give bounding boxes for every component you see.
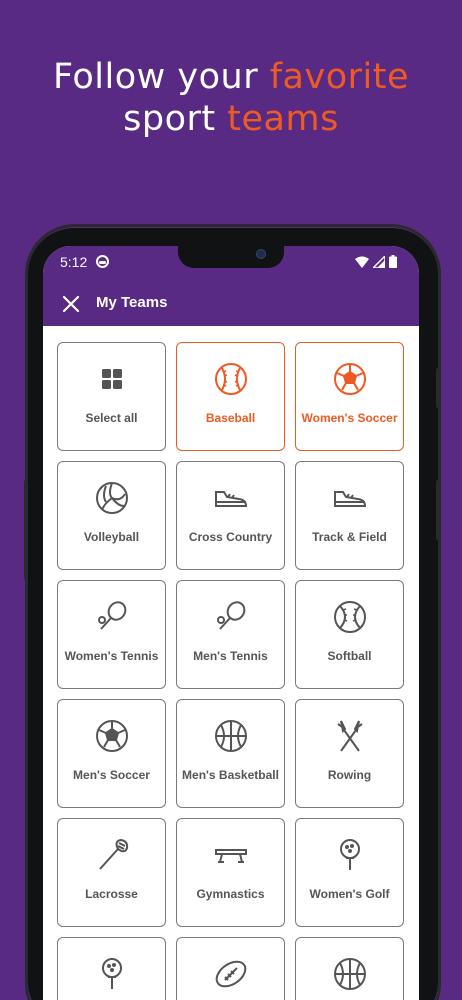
grid-icon bbox=[94, 361, 130, 397]
app-bar-title: My Teams bbox=[96, 294, 168, 311]
close-button[interactable] bbox=[57, 290, 85, 318]
battery-icon bbox=[389, 255, 397, 268]
team-card-rowing[interactable]: Rowing bbox=[295, 699, 404, 808]
team-card-men-s-basketball[interactable]: Men's Basketball bbox=[176, 699, 285, 808]
football-icon bbox=[213, 956, 249, 992]
balance-beam-icon bbox=[213, 837, 249, 873]
tennis-racket-icon bbox=[94, 599, 130, 635]
status-time: 5:12 bbox=[60, 254, 88, 270]
team-card-label: Women's Golf bbox=[309, 887, 390, 901]
team-card-men-s-soccer[interactable]: Men's Soccer bbox=[57, 699, 166, 808]
team-card-track-field[interactable]: Track & Field bbox=[295, 461, 404, 570]
team-card-softball[interactable]: Softball bbox=[295, 580, 404, 689]
soccer-ball-icon bbox=[94, 718, 130, 754]
team-card-label: Lacrosse bbox=[85, 887, 138, 901]
team-card-more[interactable] bbox=[295, 937, 404, 1000]
team-card-men-s-tennis[interactable]: Men's Tennis bbox=[176, 580, 285, 689]
close-icon bbox=[62, 295, 80, 313]
basketball-icon bbox=[213, 718, 249, 754]
status-icons bbox=[355, 255, 397, 268]
team-card-label: Gymnastics bbox=[196, 887, 265, 901]
team-card-label: Cross Country bbox=[188, 530, 273, 544]
team-card-women-s-tennis[interactable]: Women's Tennis bbox=[57, 580, 166, 689]
team-card-label: Track & Field bbox=[312, 530, 387, 544]
team-card-label: Baseball bbox=[205, 411, 256, 425]
baseball-icon bbox=[213, 361, 249, 397]
golf-ball-icon bbox=[94, 956, 130, 992]
team-card-label: Men's Tennis bbox=[193, 649, 268, 663]
status-bar: 5:12 bbox=[43, 246, 419, 282]
team-grid: Select all Baseball Women's Soccer Volleyba… bbox=[57, 342, 405, 1000]
app-screen: 5:12 My Teams Select all Baseball Women's … bbox=[43, 246, 419, 1000]
team-card-label: Volleyball bbox=[83, 530, 140, 544]
team-card-label: Women's Tennis bbox=[64, 649, 159, 663]
headline-line1-plain: Follow your bbox=[52, 57, 270, 97]
team-card-label: Softball bbox=[327, 649, 372, 663]
promo-headline: Follow your favorite sport teams bbox=[0, 56, 462, 140]
team-card-label: Men's Soccer bbox=[73, 768, 150, 782]
wifi-icon bbox=[355, 256, 369, 268]
team-card-label: Men's Basketball bbox=[182, 768, 279, 782]
basketball-icon bbox=[332, 956, 368, 992]
team-card-label: Rowing bbox=[327, 768, 372, 782]
team-card-label: Women's Soccer bbox=[301, 411, 398, 425]
golf-ball-icon bbox=[332, 837, 368, 873]
camera-notch bbox=[178, 246, 284, 268]
lacrosse-stick-icon bbox=[94, 837, 130, 873]
signal-icon bbox=[373, 256, 385, 268]
phone-power-button bbox=[436, 368, 440, 408]
team-card-more[interactable] bbox=[57, 937, 166, 1000]
team-card-lacrosse[interactable]: Lacrosse bbox=[57, 818, 166, 927]
volleyball-icon bbox=[94, 480, 130, 516]
team-card-more[interactable] bbox=[176, 937, 285, 1000]
team-card-label: Select all bbox=[85, 411, 138, 425]
headline-line2-accent: teams bbox=[227, 99, 339, 139]
team-card-cross-country[interactable]: Cross Country bbox=[176, 461, 285, 570]
team-card-women-s-soccer[interactable]: Women's Soccer bbox=[295, 342, 404, 451]
app-bar: My Teams bbox=[43, 282, 419, 326]
headline-line1-accent: favorite bbox=[269, 57, 410, 97]
softball-icon bbox=[332, 599, 368, 635]
phone-volume-button bbox=[24, 480, 28, 580]
headline-line2-plain: sport bbox=[123, 99, 228, 139]
camera-lens bbox=[256, 249, 266, 259]
oars-icon bbox=[332, 718, 368, 754]
phone-side-button bbox=[436, 480, 440, 540]
team-card-volleyball[interactable]: Volleyball bbox=[57, 461, 166, 570]
team-card-women-s-golf[interactable]: Women's Golf bbox=[295, 818, 404, 927]
team-card-select-all[interactable]: Select all bbox=[57, 342, 166, 451]
tennis-racket-icon bbox=[213, 599, 249, 635]
running-shoe-icon bbox=[213, 480, 249, 516]
team-card-gymnastics[interactable]: Gymnastics bbox=[176, 818, 285, 927]
running-shoe-icon bbox=[332, 480, 368, 516]
soccer-ball-icon bbox=[332, 361, 368, 397]
team-card-baseball[interactable]: Baseball bbox=[176, 342, 285, 451]
app-notification-icon bbox=[96, 255, 109, 268]
